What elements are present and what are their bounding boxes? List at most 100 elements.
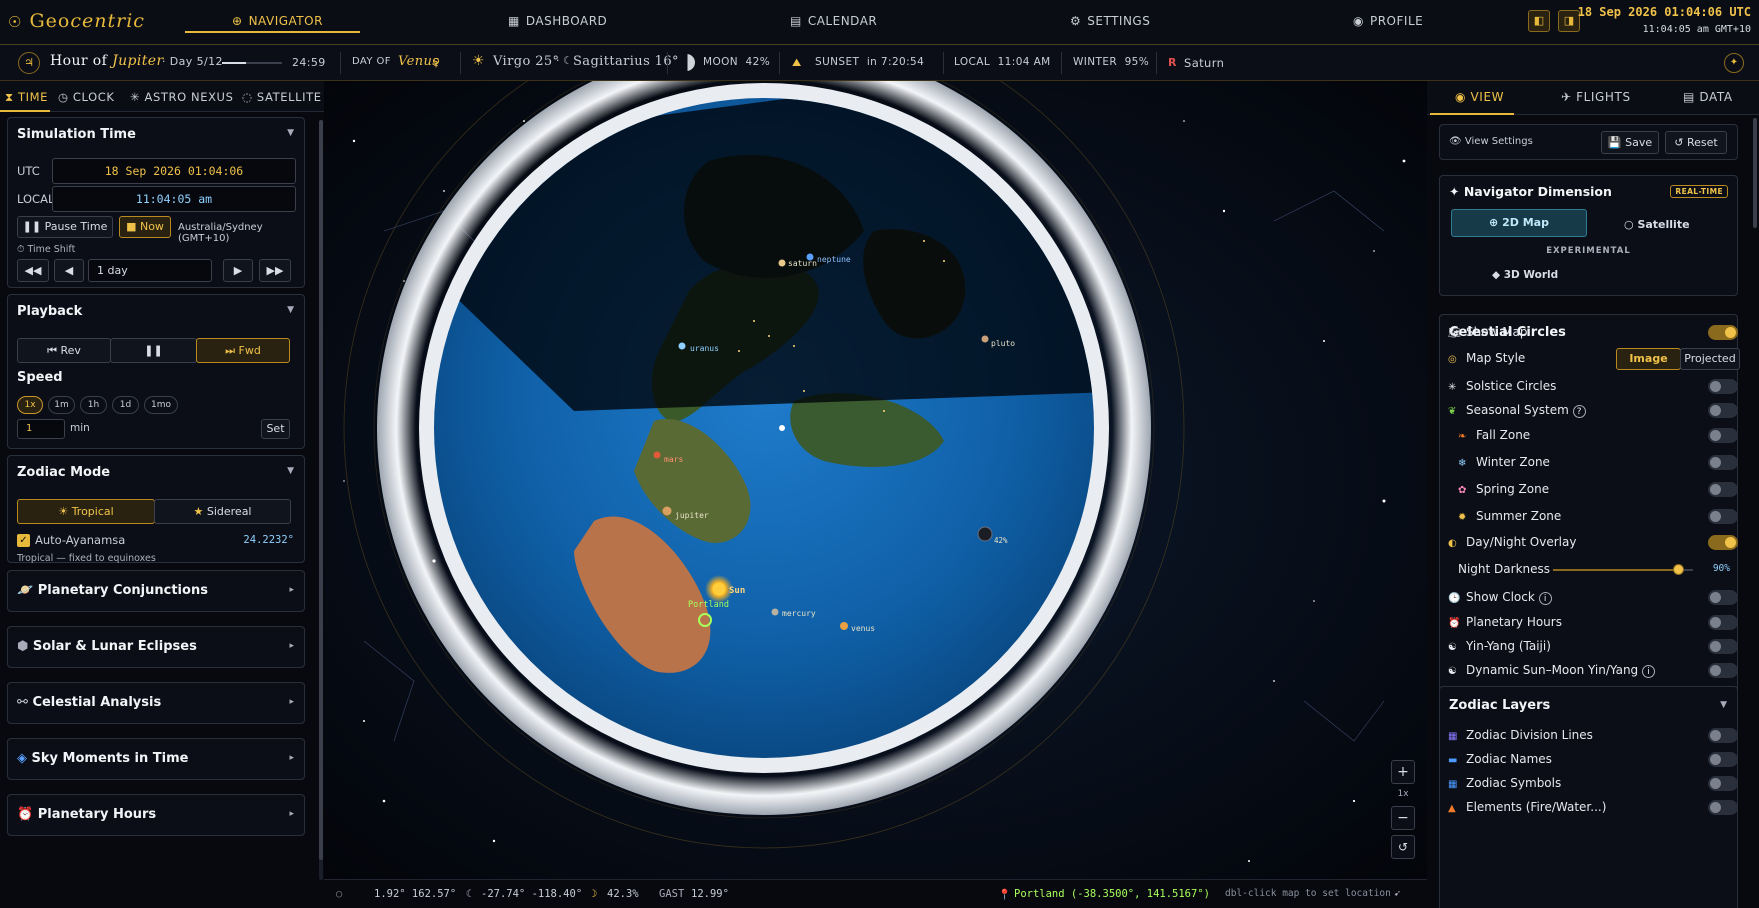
planetary-hours-toggle[interactable] — [1708, 615, 1738, 630]
set-speed-button[interactable]: Set — [261, 419, 290, 439]
chevron-down-icon[interactable]: ▼ — [287, 466, 294, 476]
show-map-toggle[interactable] — [1708, 325, 1738, 340]
info-icon[interactable]: i — [1538, 592, 1552, 605]
nav-tab-calendar[interactable]: ▤ CALENDAR — [790, 14, 877, 28]
right-panel-scrollbar[interactable] — [1753, 118, 1757, 228]
moon-marker[interactable] — [977, 526, 993, 542]
chevron-down-icon[interactable]: ▼ — [287, 128, 294, 138]
zodiac-elements-toggle[interactable] — [1708, 800, 1738, 815]
step-back-button[interactable]: ◀ — [54, 259, 84, 282]
map-style-label: ◎ Map Style — [1448, 351, 1525, 365]
toggle-left-panel-button[interactable]: ◧ — [1528, 10, 1550, 32]
local-time-input[interactable]: 11:04:05 am — [52, 186, 296, 212]
dynamic-yin-yang-toggle[interactable] — [1708, 663, 1738, 678]
night-darkness-thumb[interactable] — [1673, 564, 1684, 575]
planetary-hours-section[interactable]: ⏰ Planetary Hours ▸ — [7, 794, 305, 836]
satellite-option[interactable]: ○ Satellite — [1624, 218, 1690, 231]
planetary-conjunctions-section[interactable]: 🪐 Planetary Conjunctions ▸ — [7, 570, 305, 612]
tab-view[interactable]: ◉ VIEW — [1455, 90, 1504, 104]
tab-satellite[interactable]: ◌ SATELLITE — [242, 90, 322, 104]
nav-tab-navigator[interactable]: ⊕ NAVIGATOR — [232, 14, 323, 28]
rewind-fast-button[interactable]: ◀◀ — [17, 259, 49, 282]
globe-icon: ⊕ — [1489, 216, 1499, 229]
pause-playback-button[interactable]: ❚❚ — [110, 338, 197, 363]
mars-marker[interactable] — [653, 451, 661, 459]
tab-clock[interactable]: ◷ CLOCK — [58, 90, 115, 104]
tropical-button[interactable]: ☀ Tropical — [17, 499, 155, 524]
forward-button[interactable]: ⏭ Fwd — [196, 338, 290, 363]
speed-option-1x[interactable]: 1x — [17, 396, 43, 414]
clock-icon: 🕒 — [1448, 593, 1461, 604]
retrograde-icon: R — [1168, 56, 1177, 69]
time-shift-input[interactable]: 1 day — [88, 259, 212, 282]
fall-zone-toggle[interactable] — [1708, 428, 1738, 443]
speed-input[interactable]: 1 — [17, 419, 65, 439]
summer-zone-toggle[interactable] — [1708, 509, 1738, 524]
now-button[interactable]: ■ Now — [119, 216, 171, 238]
app-logo[interactable]: ☉ Geocentric — [8, 10, 145, 32]
eclipses-section[interactable]: ⬢ Solar & Lunar Eclipses ▸ — [7, 626, 305, 668]
speed-option-1m[interactable]: 1m — [48, 396, 75, 414]
chevron-down-icon[interactable]: ▼ — [287, 305, 294, 315]
pause-time-button[interactable]: ❚❚ Pause Time — [17, 216, 113, 238]
saturn-marker[interactable] — [778, 259, 786, 267]
speed-option-1h[interactable]: 1h — [80, 396, 107, 414]
world-3d-option[interactable]: ◆ 3D World — [1492, 269, 1558, 281]
nav-tab-dashboard[interactable]: ▦ DASHBOARD — [508, 14, 607, 28]
left-panel-scrollbar[interactable] — [319, 120, 323, 880]
auto-ayanamsa-checkbox[interactable]: ✓ — [17, 534, 30, 547]
seasonal-toggle[interactable] — [1708, 403, 1738, 418]
night-darkness-value: 90% — [1712, 563, 1730, 574]
info-icon[interactable]: i — [1642, 665, 1655, 678]
cursor-icon[interactable]: ➹ — [1394, 888, 1400, 900]
tab-flights[interactable]: ✈ FLIGHTS — [1561, 90, 1631, 104]
step-forward-button[interactable]: ▶ — [223, 259, 253, 282]
forward-fast-button[interactable]: ▶▶ — [259, 259, 291, 282]
nav-tab-settings[interactable]: ⚙ SETTINGS — [1070, 14, 1150, 28]
celestial-analysis-section[interactable]: ⚯ Celestial Analysis ▸ — [7, 682, 305, 724]
speed-option-1mo[interactable]: 1mo — [144, 396, 178, 414]
chevron-down-icon[interactable]: ▼ — [1720, 700, 1727, 710]
zodiac-names-toggle[interactable] — [1708, 752, 1738, 767]
mercury-marker[interactable] — [771, 608, 779, 616]
yin-yang-toggle[interactable] — [1708, 639, 1738, 654]
tab-astro-nexus[interactable]: ✳ ASTRO NEXUS — [130, 90, 233, 104]
sparkle-icon: ✦ — [1449, 184, 1460, 199]
save-button[interactable]: 💾 Save — [1601, 131, 1659, 154]
spring-zone-toggle[interactable] — [1708, 482, 1738, 497]
winter-zone-toggle[interactable] — [1708, 455, 1738, 470]
scrollbar-thumb[interactable] — [319, 120, 323, 860]
compass-icon[interactable]: ✦ — [1724, 53, 1744, 73]
help-icon[interactable]: ? — [1572, 405, 1586, 418]
zodiac-symbols-toggle[interactable] — [1708, 776, 1738, 791]
sun-marker[interactable] — [712, 582, 726, 596]
reverse-button[interactable]: ⏮ Rev — [17, 338, 111, 363]
reset-button[interactable]: ↺ Reset — [1665, 131, 1727, 154]
map-view[interactable]: saturn neptune uranus pluto mars jupiter… — [324, 81, 1427, 879]
solstice-toggle[interactable] — [1708, 379, 1738, 394]
zoom-in-button[interactable]: + — [1391, 760, 1415, 784]
zodiac-division-toggle[interactable] — [1708, 728, 1738, 743]
map-style-projected-button[interactable]: Projected — [1680, 348, 1740, 370]
flat-earth-map[interactable] — [324, 81, 1427, 879]
tab-data[interactable]: ▤ DATA — [1683, 90, 1733, 104]
speed-option-1d[interactable]: 1d — [112, 396, 139, 414]
venus-marker[interactable] — [840, 622, 848, 630]
night-darkness-track[interactable] — [1553, 569, 1693, 571]
reset-view-button[interactable]: ↺ — [1391, 835, 1415, 859]
map-style-image-button[interactable]: Image — [1616, 348, 1681, 370]
pluto-marker[interactable] — [981, 335, 989, 343]
uranus-marker[interactable] — [678, 342, 686, 350]
map-2d-button[interactable]: ⊕ 2D Map — [1451, 209, 1587, 237]
ayanamsa-label: Auto-Ayanamsa — [35, 533, 126, 547]
day-night-toggle[interactable] — [1708, 535, 1738, 550]
jupiter-marker[interactable] — [662, 506, 672, 516]
nav-tab-profile[interactable]: ◉ PROFILE — [1353, 14, 1423, 28]
ayanamsa-value: 24.2232° — [243, 534, 294, 546]
sidereal-button[interactable]: ★ Sidereal — [154, 499, 291, 524]
utc-time-input[interactable]: 18 Sep 2026 01:04:06 — [52, 158, 296, 184]
tab-time[interactable]: ⧗ TIME — [5, 90, 48, 105]
show-clock-toggle[interactable] — [1708, 590, 1738, 605]
sky-moments-section[interactable]: ◈ Sky Moments in Time ▸ — [7, 738, 305, 780]
zoom-out-button[interactable]: − — [1391, 806, 1415, 830]
